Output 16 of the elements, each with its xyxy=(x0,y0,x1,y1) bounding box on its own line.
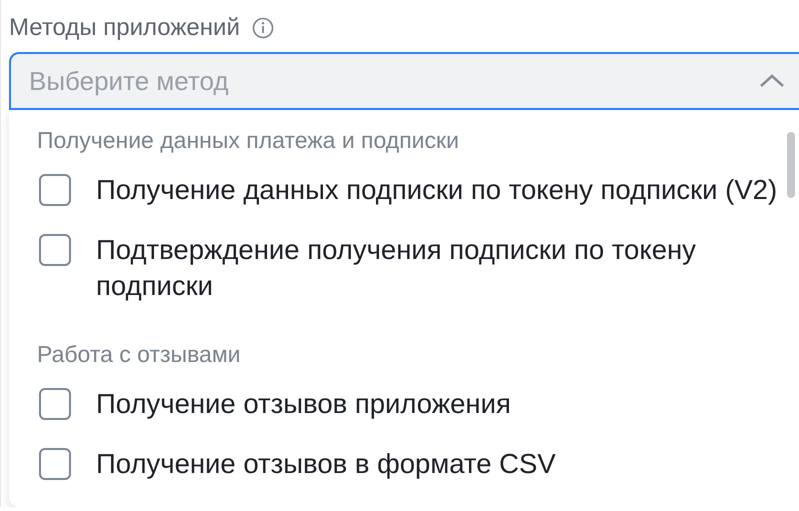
checkbox[interactable] xyxy=(39,234,71,266)
checkbox[interactable] xyxy=(39,448,71,480)
option-label[interactable]: Получение отзывов в формате CSV xyxy=(96,446,556,482)
checkbox[interactable] xyxy=(39,388,71,420)
checkbox[interactable] xyxy=(39,174,71,206)
option-label[interactable]: Подтверждение получения подписки по токену подписки xyxy=(96,232,779,304)
group-heading: Получение данных платежа и подписки xyxy=(37,126,459,155)
group-heading: Работа с отзывами xyxy=(37,340,240,369)
chevron-icon[interactable] xyxy=(759,73,785,89)
field-label: Методы приложений xyxy=(9,14,240,42)
option-label[interactable]: Получение отзывов приложения xyxy=(96,386,511,422)
option-label[interactable]: Получение данных подписки по токену подписки (V2) xyxy=(96,172,778,208)
scrollbar[interactable] xyxy=(787,132,795,198)
info-icon[interactable] xyxy=(252,17,274,39)
select-input[interactable]: Выберите метод xyxy=(29,66,759,96)
select-field[interactable]: Выберите метод xyxy=(9,52,799,110)
